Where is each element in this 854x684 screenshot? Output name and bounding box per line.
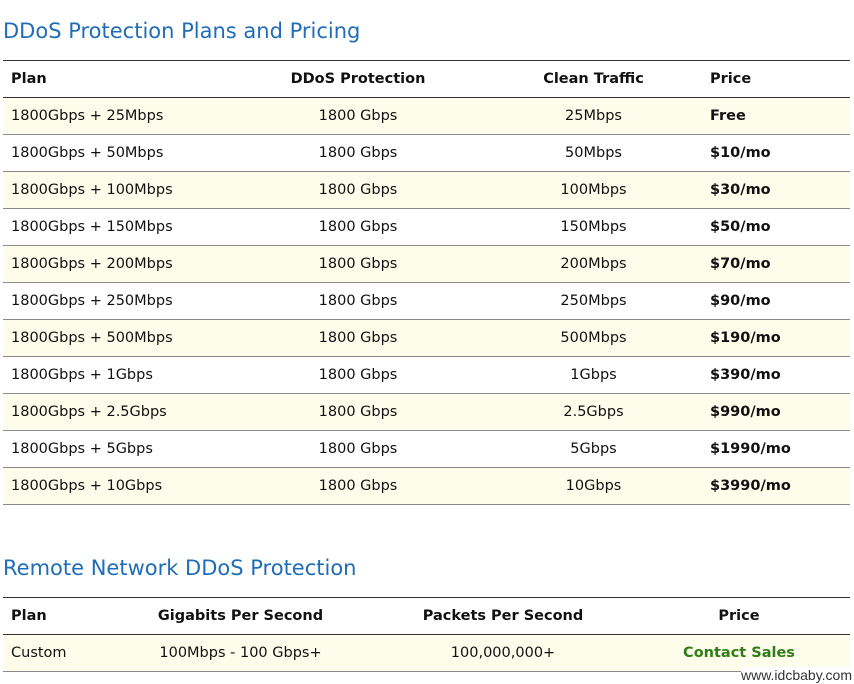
remote-protection-table: Plan Gigabits Per Second Packets Per Sec… — [3, 597, 850, 672]
plan-cell: 1800Gbps + 150Mbps — [3, 208, 239, 246]
pricing-table-body: 1800Gbps + 25Mbps 1800 Gbps 25Mbps Free 1800… — [3, 97, 850, 505]
plan-cell: 1800Gbps + 5Gbps — [3, 430, 239, 468]
plan-cell: 1800Gbps + 500Mbps — [3, 319, 239, 357]
price-cell: $190/mo — [710, 319, 850, 357]
traffic-cell: 2.5Gbps — [477, 393, 710, 431]
table-row: 1800Gbps + 500Mbps 1800 Gbps 500Mbps $190/m… — [3, 319, 850, 357]
protection-cell: 1800 Gbps — [239, 208, 477, 246]
table-row: 1800Gbps + 100Mbps 1800 Gbps 100Mbps $30/mo — [3, 171, 850, 209]
traffic-cell: 150Mbps — [477, 208, 710, 246]
plan-cell: 1800Gbps + 2.5Gbps — [3, 393, 239, 431]
table-row: 1800Gbps + 10Gbps 1800 Gbps 10Gbps $3990/mo — [3, 467, 850, 505]
gbps-cell: 100Mbps - 100 Gbps+ — [103, 634, 378, 672]
page: DDoS Protection Plans and Pricing Plan D… — [0, 0, 854, 684]
header-plan: Plan — [3, 597, 103, 635]
table-row: 1800Gbps + 200Mbps 1800 Gbps 200Mbps $70/mo — [3, 245, 850, 283]
traffic-cell: 50Mbps — [477, 134, 710, 172]
contact-sales-link[interactable]: Contact Sales — [628, 634, 850, 672]
table-row: 1800Gbps + 1Gbps 1800 Gbps 1Gbps $390/mo — [3, 356, 850, 394]
plan-cell: 1800Gbps + 100Mbps — [3, 171, 239, 209]
table-row: Custom 100Mbps - 100 Gbps+ 100,000,000+ Con… — [3, 634, 850, 672]
price-cell: $70/mo — [710, 245, 850, 283]
traffic-cell: 25Mbps — [477, 97, 710, 135]
remote-table-body: Custom 100Mbps - 100 Gbps+ 100,000,000+ Con… — [3, 634, 850, 672]
header-plan: Plan — [3, 60, 239, 98]
header-price: Price — [710, 60, 850, 98]
ddos-pricing-table: Plan DDoS Protection Clean Traffic Price… — [3, 60, 850, 505]
header-price: Price — [628, 597, 850, 635]
table-row: 1800Gbps + 25Mbps 1800 Gbps 25Mbps Free — [3, 97, 850, 135]
price-cell: $990/mo — [710, 393, 850, 431]
header-gigabits-per-second: Gigabits Per Second — [103, 597, 378, 635]
plan-cell: 1800Gbps + 250Mbps — [3, 282, 239, 320]
protection-cell: 1800 Gbps — [239, 134, 477, 172]
traffic-cell: 5Gbps — [477, 430, 710, 468]
traffic-cell: 500Mbps — [477, 319, 710, 357]
traffic-cell: 250Mbps — [477, 282, 710, 320]
plan-cell: 1800Gbps + 200Mbps — [3, 245, 239, 283]
plan-cell: Custom — [3, 634, 103, 672]
table-row: 1800Gbps + 2.5Gbps 1800 Gbps 2.5Gbps $990/m… — [3, 393, 850, 431]
protection-cell: 1800 Gbps — [239, 393, 477, 431]
table-row: 1800Gbps + 150Mbps 1800 Gbps 150Mbps $50/mo — [3, 208, 850, 246]
table-header-row: Plan DDoS Protection Clean Traffic Price — [3, 60, 850, 98]
price-cell: $1990/mo — [710, 430, 850, 468]
price-cell: Free — [710, 97, 850, 135]
pricing-section-title: DDoS Protection Plans and Pricing — [3, 19, 361, 43]
traffic-cell: 100Mbps — [477, 171, 710, 209]
table-header-row: Plan Gigabits Per Second Packets Per Sec… — [3, 597, 850, 635]
price-cell: $30/mo — [710, 171, 850, 209]
price-cell: $10/mo — [710, 134, 850, 172]
plan-cell: 1800Gbps + 50Mbps — [3, 134, 239, 172]
table-row: 1800Gbps + 250Mbps 1800 Gbps 250Mbps $90/mo — [3, 282, 850, 320]
plan-cell: 1800Gbps + 1Gbps — [3, 356, 239, 394]
protection-cell: 1800 Gbps — [239, 467, 477, 505]
traffic-cell: 1Gbps — [477, 356, 710, 394]
protection-cell: 1800 Gbps — [239, 245, 477, 283]
pps-cell: 100,000,000+ — [378, 634, 628, 672]
watermark: www.idcbaby.com — [740, 667, 852, 683]
plan-cell: 1800Gbps + 25Mbps — [3, 97, 239, 135]
table-row: 1800Gbps + 50Mbps 1800 Gbps 50Mbps $10/mo — [3, 134, 850, 172]
protection-cell: 1800 Gbps — [239, 356, 477, 394]
header-ddos-protection: DDoS Protection — [239, 60, 477, 98]
remote-protection-section-title: Remote Network DDoS Protection — [3, 556, 357, 580]
protection-cell: 1800 Gbps — [239, 97, 477, 135]
price-cell: $50/mo — [710, 208, 850, 246]
table-row: 1800Gbps + 5Gbps 1800 Gbps 5Gbps $1990/mo — [3, 430, 850, 468]
traffic-cell: 200Mbps — [477, 245, 710, 283]
header-packets-per-second: Packets Per Second — [378, 597, 628, 635]
price-cell: $3990/mo — [710, 467, 850, 505]
protection-cell: 1800 Gbps — [239, 430, 477, 468]
plan-cell: 1800Gbps + 10Gbps — [3, 467, 239, 505]
price-cell: $390/mo — [710, 356, 850, 394]
traffic-cell: 10Gbps — [477, 467, 710, 505]
protection-cell: 1800 Gbps — [239, 282, 477, 320]
price-cell: $90/mo — [710, 282, 850, 320]
protection-cell: 1800 Gbps — [239, 319, 477, 357]
header-clean-traffic: Clean Traffic — [477, 60, 710, 98]
protection-cell: 1800 Gbps — [239, 171, 477, 209]
